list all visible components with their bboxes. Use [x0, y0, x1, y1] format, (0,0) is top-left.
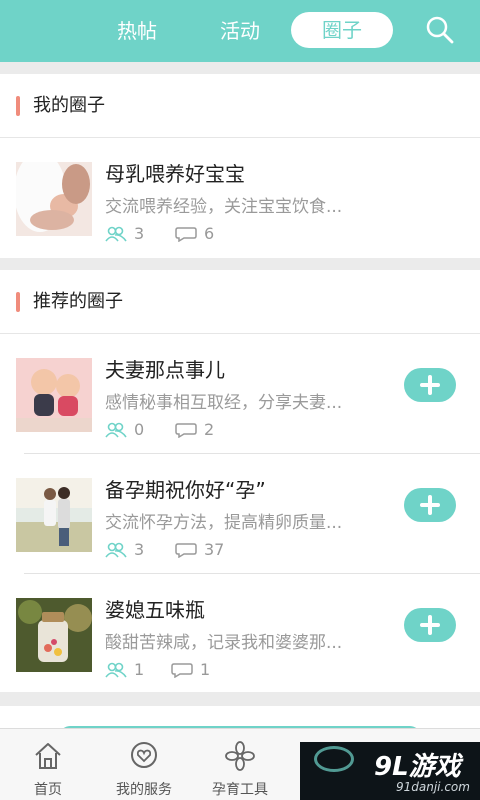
members-count: 0	[134, 420, 145, 439]
circle-item[interactable]: 婆媳五味瓶 酸甜苦辣咸，记录我和婆婆那... 1 1	[0, 574, 480, 694]
nav-label: 首页	[34, 782, 62, 798]
circle-thumbnail	[16, 598, 92, 672]
watermark-ring	[314, 746, 354, 772]
home-icon	[35, 743, 61, 769]
posts-stat: 37	[175, 540, 235, 560]
recommended-circles-section: 推荐的圈子 夫妻那点事儿 感情秘事相互取经，分享夫妻... 0 2 备孕期祝你好…	[0, 270, 480, 692]
members-stat: 3	[105, 540, 165, 560]
tab-activities[interactable]: 活动	[203, 0, 277, 62]
top-bar: 热帖 活动 圈子	[0, 0, 480, 62]
circle-description: 交流怀孕方法，提高精卵质量...	[105, 513, 343, 533]
join-circle-button[interactable]	[404, 488, 456, 522]
section-header: 我的圈子	[0, 74, 480, 138]
circle-thumbnail	[16, 478, 92, 552]
circle-item[interactable]: 备孕期祝你好“孕” 交流怀孕方法，提高精卵质量... 3 37	[0, 454, 480, 574]
posts-stat: 1	[171, 660, 231, 680]
my-circles-section: 我的圈子 母乳喂养好宝宝 交流喂养经验，关注宝宝饮食... 3 6	[0, 74, 480, 258]
circle-item[interactable]: 夫妻那点事儿 感情秘事相互取经，分享夫妻... 0 2	[0, 334, 480, 454]
join-circle-button[interactable]	[404, 608, 456, 642]
section-title: 我的圈子	[33, 95, 105, 116]
circle-name: 夫妻那点事儿	[105, 358, 225, 382]
comment-icon	[175, 543, 197, 558]
members-count: 1	[134, 660, 145, 679]
search-icon[interactable]	[424, 14, 456, 46]
posts-count: 2	[204, 420, 215, 439]
nav-label: 孕育工具	[212, 782, 268, 798]
nav-label: 我的服务	[116, 782, 172, 798]
circle-name: 备孕期祝你好“孕”	[105, 478, 266, 502]
circle-item[interactable]: 母乳喂养好宝宝 交流喂养经验，关注宝宝饮食... 3 6	[0, 138, 480, 258]
members-icon	[105, 422, 127, 438]
tab-hot-posts[interactable]: 热帖	[100, 0, 174, 62]
watermark-logo: 9L游戏 91danji.com	[300, 742, 480, 800]
nav-parenting-tools[interactable]: 孕育工具	[192, 729, 288, 800]
watermark-url: 91danji.com	[396, 780, 470, 794]
circle-name: 婆媳五味瓶	[105, 598, 205, 622]
members-icon	[105, 542, 127, 558]
members-stat: 0	[105, 420, 165, 440]
comment-icon	[171, 663, 193, 678]
watermark-text: 9L游戏	[374, 752, 461, 782]
flower-icon	[225, 741, 255, 771]
nav-my-services[interactable]: 我的服务	[96, 729, 192, 800]
section-marker	[16, 292, 20, 312]
members-icon	[105, 226, 127, 242]
section-marker	[16, 96, 20, 116]
posts-count: 6	[204, 224, 215, 243]
tab-circles[interactable]: 圈子	[291, 12, 393, 48]
section-title: 推荐的圈子	[33, 291, 123, 312]
posts-stat: 6	[175, 224, 235, 244]
members-count: 3	[134, 540, 145, 559]
posts-count: 37	[204, 540, 225, 559]
circle-description: 酸甜苦辣咸，记录我和婆婆那...	[105, 633, 343, 653]
posts-stat: 2	[175, 420, 235, 440]
circle-thumbnail	[16, 358, 92, 432]
members-stat: 1	[105, 660, 165, 680]
comment-icon	[175, 423, 197, 438]
heart-chat-icon	[131, 742, 157, 768]
circle-name: 母乳喂养好宝宝	[105, 162, 245, 186]
members-count: 3	[134, 224, 145, 243]
circle-thumbnail	[16, 162, 92, 236]
section-header: 推荐的圈子	[0, 270, 480, 334]
comment-icon	[175, 227, 197, 242]
posts-count: 1	[200, 660, 211, 679]
members-icon	[105, 662, 127, 678]
circle-description: 交流喂养经验，关注宝宝饮食...	[105, 197, 343, 217]
join-circle-button[interactable]	[404, 368, 456, 402]
circle-description: 感情秘事相互取经，分享夫妻...	[105, 393, 343, 413]
members-stat: 3	[105, 224, 165, 244]
nav-home[interactable]: 首页	[0, 729, 96, 800]
